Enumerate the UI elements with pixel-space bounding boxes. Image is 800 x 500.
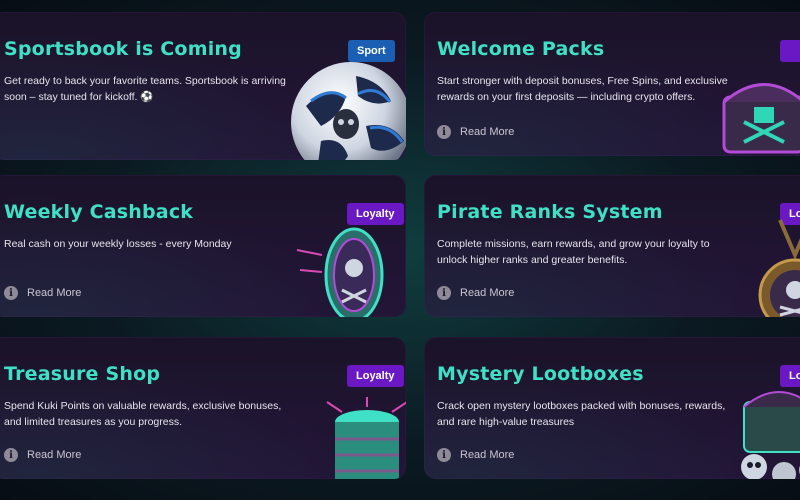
read-more-link[interactable]: i Read More xyxy=(437,448,514,462)
lootbox-skulls-icon xyxy=(741,391,800,479)
soccer-ball-icon xyxy=(291,62,406,160)
treasure-chest-icon xyxy=(722,83,800,154)
read-more-link[interactable]: i Read More xyxy=(4,286,81,300)
promo-card-treasure-shop[interactable]: Treasure Shop Loyalty Spend Kuki Points … xyxy=(0,337,406,479)
info-icon: i xyxy=(4,448,18,462)
card-description: Crack open mystery lootboxes packed with… xyxy=(437,400,726,428)
promo-card-sportsbook[interactable]: Sportsbook is Coming Sport Get ready to … xyxy=(0,12,406,160)
card-title: Mystery Lootboxes xyxy=(437,363,644,385)
card-description: Real cash on your weekly losses - every … xyxy=(4,238,232,250)
info-icon: i xyxy=(437,125,451,139)
badge-partial xyxy=(780,40,800,62)
card-description: Spend Kuki Points on valuable rewards, e… xyxy=(4,400,282,428)
info-icon: i xyxy=(437,448,451,462)
pirate-coin-icon xyxy=(296,227,384,317)
card-title: Welcome Packs xyxy=(437,38,605,60)
card-description: Complete missions, earn rewards, and gro… xyxy=(437,238,710,266)
read-more-link[interactable]: i Read More xyxy=(437,286,514,300)
promo-card-welcome-packs[interactable]: Welcome Packs Start stronger with deposi… xyxy=(424,12,800,156)
read-more-link[interactable]: i Read More xyxy=(437,125,514,139)
promo-card-mystery-lootboxes[interactable]: Mystery Lootboxes Lo Crack open mystery … xyxy=(424,337,800,479)
info-icon: i xyxy=(437,286,451,300)
badge-loyalty: Loyalty xyxy=(347,365,404,387)
info-icon: i xyxy=(4,286,18,300)
skull-medal-icon xyxy=(758,219,800,317)
card-title: Weekly Cashback xyxy=(4,201,194,223)
read-more-link[interactable]: i Read More xyxy=(4,448,81,462)
promo-card-weekly-cashback[interactable]: Weekly Cashback Loyalty Real cash on you… xyxy=(0,175,406,317)
coin-stack-icon xyxy=(326,397,406,479)
promo-card-pirate-ranks[interactable]: Pirate Ranks System Lo Complete missions… xyxy=(424,175,800,317)
card-title: Treasure Shop xyxy=(4,363,161,385)
card-description: Start stronger with deposit bonuses, Fre… xyxy=(437,75,728,103)
card-description: Get ready to back your favorite teams. S… xyxy=(4,75,286,103)
card-title: Sportsbook is Coming xyxy=(4,38,242,60)
card-title: Pirate Ranks System xyxy=(437,201,663,223)
